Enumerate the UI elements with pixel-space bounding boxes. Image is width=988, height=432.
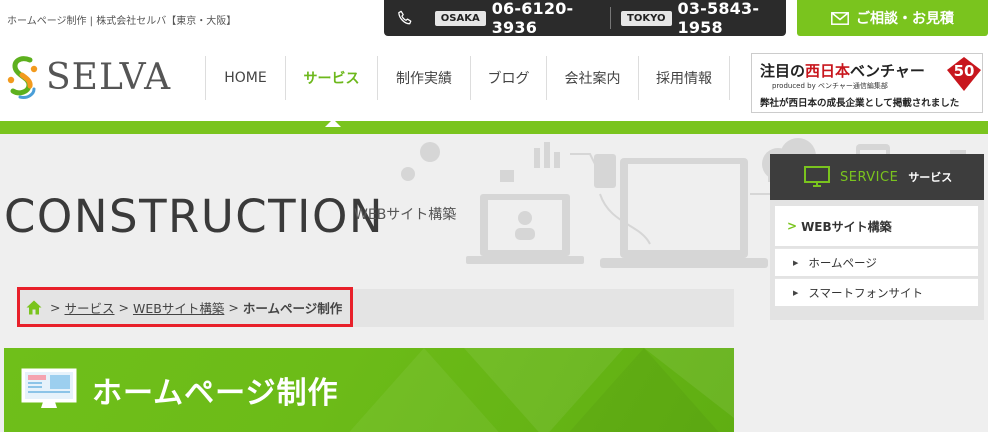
nav-accent-bar	[0, 121, 988, 134]
banner-title: 注目の西日本ベンチャー	[760, 60, 925, 81]
fifty-badge-icon: 50	[947, 57, 981, 91]
nav-item-service[interactable]: サービス	[285, 56, 377, 100]
breadcrumb-current: ホームページ制作	[242, 300, 343, 316]
phone-number-osaka[interactable]: 06-6120-3936	[492, 0, 600, 37]
monitor-icon	[21, 368, 77, 408]
banner-subtitle: 弊社が西日本の成長企業として掲載されました	[760, 98, 960, 109]
nav-item-company[interactable]: 会社案内	[546, 56, 638, 100]
monitor-outline-icon	[804, 166, 830, 187]
sidebar-item-label: WEBサイト構築	[801, 219, 892, 234]
city-badge-osaka: OSAKA	[434, 10, 486, 26]
banner-title-suffix: ベンチャー	[850, 62, 925, 80]
breadcrumb: > サービス > WEBサイト構築 > ホームページ制作	[17, 287, 354, 327]
sidebar-subitem-smartphone[interactable]: ▶ スマートフォンサイト	[775, 278, 978, 306]
phone-number-tokyo[interactable]: 03-5843-1958	[678, 0, 786, 37]
home-icon[interactable]	[26, 300, 42, 315]
active-nav-pointer	[325, 119, 341, 127]
breadcrumb-link-service[interactable]: サービス	[64, 298, 114, 317]
sidebar-subitem-label: スマートフォンサイト	[808, 285, 924, 300]
logo-text: SELVA	[46, 56, 172, 98]
contact-button-label: ご相談・お見積	[856, 11, 954, 27]
sidebar-header-en: SERVICE	[840, 169, 899, 185]
main-nav: HOME サービス 制作実績 ブログ 会社案内 採用情報	[205, 56, 730, 100]
nav-item-blog[interactable]: ブログ	[470, 56, 546, 100]
hero-subtitle: WEBサイト構築	[354, 207, 457, 223]
banner-title-red: 西日本	[805, 62, 851, 80]
page-title-banner: ホームページ制作	[4, 348, 734, 432]
page-title: ホームページ制作	[92, 376, 339, 411]
venture-50-banner[interactable]: 注目の西日本ベンチャー produced by ベンチャー通信編集部 弊社が西日…	[751, 53, 983, 113]
nav-item-works[interactable]: 制作実績	[377, 56, 470, 100]
fifty-badge-text: 50	[954, 62, 975, 80]
sidebar-service-header: SERVICE サービス	[770, 154, 984, 200]
site-logo[interactable]: SELVA	[6, 52, 171, 102]
nav-item-recruit[interactable]: 採用情報	[638, 56, 730, 100]
banner-title-prefix: 注目の	[760, 62, 806, 80]
triangle-right-icon: ▶	[793, 258, 799, 267]
sidebar-header-jp: サービス	[908, 171, 953, 184]
mail-icon	[831, 11, 849, 25]
banner-triangle-pattern	[349, 348, 734, 432]
sidebar-subitem-label: ホームページ	[808, 255, 877, 270]
chevron-right-icon: >	[787, 219, 798, 233]
site-tagline: ホームページ制作 | 株式会社セルバ【東京・大阪】	[7, 16, 237, 27]
phone-divider	[610, 7, 612, 29]
sidebar-item-web-construction[interactable]: > WEBサイト構築	[775, 206, 978, 246]
city-badge-tokyo: TOKYO	[621, 10, 672, 26]
triangle-right-icon: ▶	[793, 288, 799, 297]
nav-item-home[interactable]: HOME	[205, 56, 285, 100]
sidebar-subitem-homepage[interactable]: ▶ ホームページ	[775, 248, 978, 276]
banner-produced-by: produced by ベンチャー通信編集部	[772, 82, 888, 90]
breadcrumb-separator: >	[118, 299, 129, 315]
breadcrumb-separator: >	[50, 299, 61, 315]
phone-icon	[398, 10, 412, 25]
phone-contact-box: OSAKA 06-6120-3936 TOKYO 03-5843-1958	[384, 0, 786, 37]
breadcrumb-separator: >	[228, 299, 239, 315]
contact-estimate-button[interactable]: ご相談・お見積	[797, 0, 988, 36]
breadcrumb-link-web-construction[interactable]: WEBサイト構築	[133, 298, 224, 317]
selva-logo-icon	[7, 56, 38, 99]
hero-title: CONSTRUCTION	[4, 190, 385, 243]
